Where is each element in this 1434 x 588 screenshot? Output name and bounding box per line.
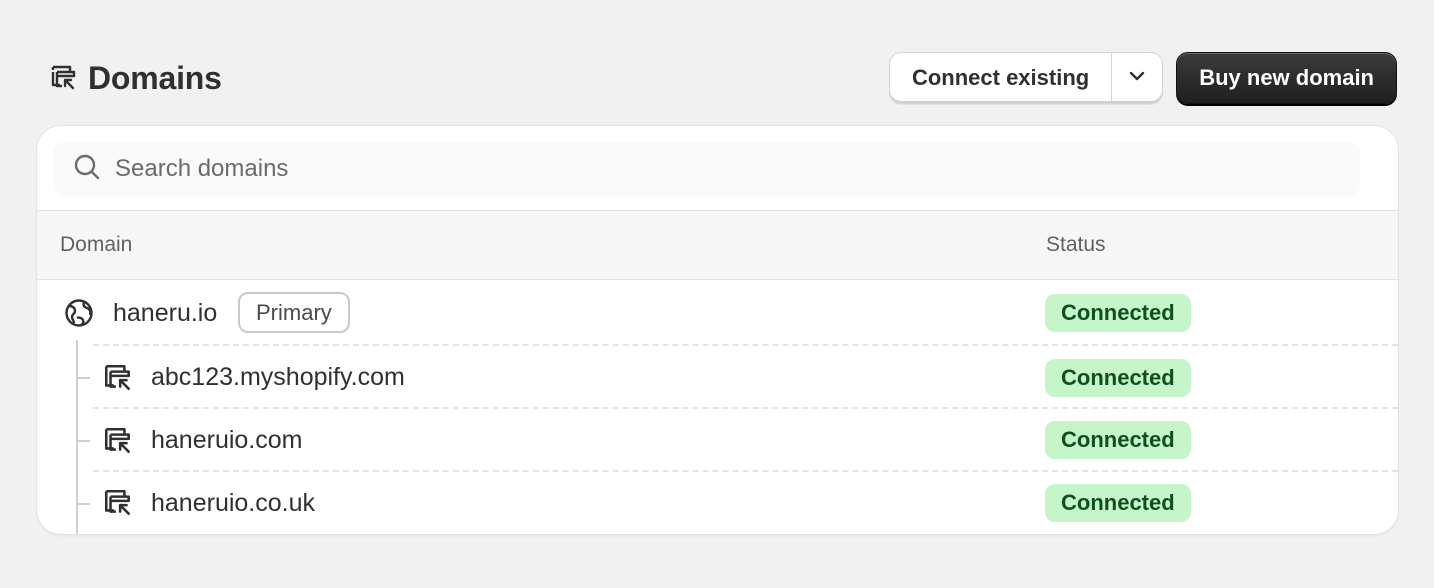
table-row[interactable]: haneru.io Primary Connected [37,280,1398,346]
page-title: Domains [88,59,222,96]
search-box [53,142,1360,196]
chevron-down-icon [1126,65,1148,92]
column-header-domain: Domain [60,233,133,256]
status-badge: Connected [1045,294,1191,332]
domain-icon [48,63,78,93]
domain-redirect-icon [102,487,134,524]
globe-icon [63,297,95,334]
header-actions: Connect existing Buy new domain [888,52,1397,104]
domain-name: haneruio.com [151,426,303,454]
table-row[interactable]: abc123.myshopify.com Connected [37,346,1398,409]
page-header: Domains Connect existing Buy new domain [48,52,1397,104]
connect-options-button[interactable] [1112,53,1162,103]
domain-redirect-icon [102,425,134,462]
domain-name: haneruio.co.uk [151,489,316,517]
domain-name: abc123.myshopify.com [151,363,405,391]
domains-card: Domain Status haneru.io Primary Connecte… [37,126,1398,534]
search-icon [73,153,115,186]
status-badge: Connected [1045,421,1191,459]
search-input[interactable] [115,155,1360,183]
column-header-status: Status [1046,233,1106,256]
title-group: Domains [48,60,222,97]
connect-existing-button[interactable]: Connect existing [890,53,1113,103]
domain-redirect-icon [102,362,134,399]
domain-name: haneru.io [113,299,218,327]
table-row[interactable]: haneruio.co.uk Connected [37,472,1398,534]
connect-existing-split-button: Connect existing [888,52,1164,104]
table-header: Domain Status [37,210,1398,280]
search-bar [53,142,1360,196]
status-badge: Connected [1045,484,1191,522]
primary-badge: Primary [238,292,350,333]
table-row[interactable]: haneruio.com Connected [37,409,1398,472]
buy-new-domain-button[interactable]: Buy new domain [1176,52,1397,104]
status-badge: Connected [1045,359,1191,397]
